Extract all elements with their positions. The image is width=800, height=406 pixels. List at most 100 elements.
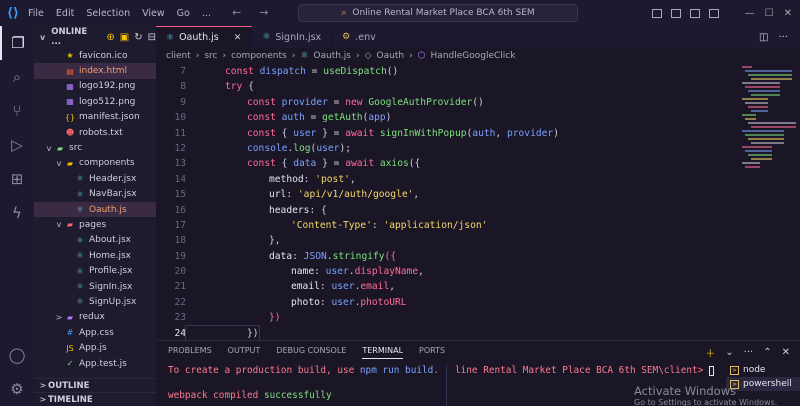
- code-token: :: [314, 266, 326, 278]
- code-token: } =: [316, 158, 346, 170]
- remote-icon[interactable]: ϟ: [0, 196, 34, 230]
- code-editor[interactable]: 7 const dispatch = useDispatch() 8 try {9 co…: [156, 64, 736, 340]
- tab-signinjsx[interactable]: ⚛ SignIn.jsx: [252, 26, 333, 48]
- timeline-section[interactable]: > TIMELINE: [34, 392, 156, 406]
- source-control-icon[interactable]: ⑂: [0, 94, 34, 128]
- breadcrumb-item[interactable]: src: [204, 51, 217, 61]
- toggle-sidebar-icon[interactable]: [651, 8, 662, 18]
- customize-layout-icon[interactable]: [708, 8, 719, 18]
- panel-tab-ports[interactable]: PORTS: [419, 346, 445, 359]
- breadcrumb-item[interactable]: HandleGoogleClick: [431, 51, 516, 61]
- maximize-button[interactable]: ☐: [765, 8, 774, 19]
- tree-item-label: Header.jsx: [89, 173, 137, 184]
- close-window-button[interactable]: ✕: [784, 8, 792, 19]
- tree-item[interactable]: ☻ robots.txt: [34, 125, 156, 140]
- tree-item[interactable]: ⚛ Oauth.js: [34, 201, 156, 218]
- settings-gear-icon[interactable]: ⚙: [0, 372, 34, 406]
- panel-tab-output[interactable]: OUTPUT: [228, 346, 261, 359]
- code-token: stringify: [332, 250, 385, 262]
- menu-go[interactable]: Go: [177, 8, 190, 19]
- new-terminal-icon[interactable]: ＋: [705, 345, 715, 360]
- chevron-down-icon[interactable]: v: [38, 33, 47, 42]
- tree-item[interactable]: ✓ App.test.js: [34, 356, 156, 371]
- tab-oauthjs[interactable]: ⚛ Oauth.js ✕: [156, 26, 253, 48]
- code-token: );: [339, 142, 351, 154]
- code-token: ({: [408, 158, 421, 170]
- terminal-line: webpack compiled successfully: [168, 390, 438, 403]
- terminal-item-node[interactable]: > node: [726, 363, 800, 377]
- search-view-icon[interactable]: ⌕: [0, 60, 34, 94]
- tree-item[interactable]: ★ favicon.ico: [34, 48, 156, 63]
- toggle-secondary-sidebar-icon[interactable]: [689, 8, 700, 18]
- code-token: user: [293, 127, 317, 139]
- close-icon[interactable]: ✕: [234, 33, 242, 43]
- command-center-search[interactable]: ⌕ Online Rental Market Place BCA 6th SEM: [298, 4, 578, 22]
- refresh-icon[interactable]: ↻: [134, 32, 142, 43]
- account-icon[interactable]: ◯: [0, 338, 34, 372]
- new-folder-icon[interactable]: ▣: [120, 32, 129, 43]
- tree-item[interactable]: {} manifest.json: [34, 110, 156, 125]
- tree-item[interactable]: JS App.js: [34, 340, 156, 355]
- toggle-panel-icon[interactable]: [670, 8, 681, 18]
- back-arrow-icon[interactable]: ←: [232, 6, 241, 19]
- tree-item[interactable]: v ▰ pages: [34, 217, 156, 232]
- tree-item-label: App.css: [79, 327, 114, 338]
- minimize-button[interactable]: —: [745, 8, 755, 19]
- json-icon: {}: [64, 112, 76, 122]
- close-panel-icon[interactable]: ✕: [782, 347, 790, 358]
- run-debug-icon[interactable]: ▷: [0, 128, 34, 162]
- minimap-line: [745, 134, 784, 136]
- code-token: }): [247, 327, 259, 339]
- code-token: const: [247, 158, 282, 170]
- menu-selection[interactable]: Selection: [86, 8, 130, 19]
- breadcrumb-item[interactable]: Oauth.js: [313, 51, 351, 61]
- code-token: const: [247, 127, 282, 139]
- tree-item[interactable]: ⚛ NavBar.jsx: [34, 187, 156, 202]
- panel-tab-debugconsole[interactable]: DEBUG CONSOLE: [276, 346, 346, 359]
- explorer-sidebar: v ONLINE ... ⊕ ▣ ↻ ⊟ ★ favicon.ico ▤ index.…: [34, 26, 156, 406]
- tree-item[interactable]: ⚛ About.jsx: [34, 233, 156, 248]
- minimap-line: [745, 166, 760, 168]
- tree-item[interactable]: v ▰ src: [34, 140, 156, 155]
- collapse-all-icon[interactable]: ⊟: [148, 32, 156, 43]
- more-actions-icon[interactable]: ···: [778, 32, 788, 43]
- minimap[interactable]: [736, 64, 800, 340]
- tree-item[interactable]: ⚛ Header.jsx: [34, 171, 156, 186]
- tree-item[interactable]: ⚛ Home.jsx: [34, 248, 156, 263]
- tree-item[interactable]: ▦ logo192.png: [34, 79, 156, 94]
- tree-item[interactable]: # App.css: [34, 325, 156, 340]
- explorer-icon[interactable]: ❐: [0, 26, 34, 60]
- terminal-item-powershell[interactable]: > powershell: [726, 377, 800, 391]
- new-file-icon[interactable]: ⊕: [106, 32, 114, 43]
- line-number: 22: [174, 296, 186, 308]
- tree-item[interactable]: > ▰ redux: [34, 310, 156, 325]
- menu-view[interactable]: View: [142, 8, 165, 19]
- menu-edit[interactable]: Edit: [56, 8, 74, 19]
- breadcrumb-separator: ›: [409, 51, 413, 61]
- tree-item[interactable]: ⚛ SignIn.jsx: [34, 279, 156, 294]
- tab-env[interactable]: ⚙ .env: [332, 26, 387, 48]
- tree-item[interactable]: ▦ logo512.png: [34, 94, 156, 109]
- tree-item[interactable]: ▤ index.html: [34, 63, 156, 79]
- outline-section[interactable]: > OUTLINE: [34, 378, 156, 392]
- breadcrumb-item[interactable]: components: [231, 51, 287, 61]
- breadcrumb-item[interactable]: client: [166, 51, 191, 61]
- code-token: ({: [384, 250, 397, 262]
- breadcrumb-item[interactable]: Oauth: [377, 51, 405, 61]
- terminal-output-left[interactable]: To create a production build, use npm ru…: [168, 365, 439, 403]
- tree-item[interactable]: ⚛ Profile.jsx: [34, 263, 156, 278]
- code-line: 24}): [156, 324, 736, 340]
- menu-file[interactable]: File: [28, 8, 44, 19]
- maximize-panel-icon[interactable]: ⌃: [763, 347, 771, 358]
- menu-more[interactable]: ...: [202, 8, 211, 19]
- panel-tab-problems[interactable]: PROBLEMS: [168, 346, 212, 359]
- forward-arrow-icon[interactable]: →: [259, 6, 268, 19]
- tree-item[interactable]: v ▰ components: [34, 156, 156, 171]
- panel-more-icon[interactable]: ···: [744, 347, 754, 358]
- terminal-dropdown-icon[interactable]: ⌄: [725, 347, 733, 358]
- extensions-icon[interactable]: ⊞: [0, 162, 34, 196]
- tree-item[interactable]: ⚛ SignUp.jsx: [34, 294, 156, 309]
- code-token: JSON: [303, 250, 327, 262]
- panel-tab-terminal[interactable]: TERMINAL: [362, 346, 404, 359]
- split-editor-icon[interactable]: ◫: [759, 32, 768, 43]
